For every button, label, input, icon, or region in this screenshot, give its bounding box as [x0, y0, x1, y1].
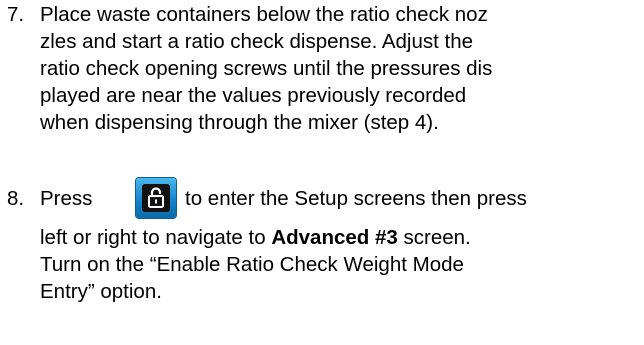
- step-7-line-2: zles and start a ratio check dispense. A…: [40, 30, 474, 53]
- step-8-line-1-after: to enter the Setup screens then press: [185, 187, 527, 210]
- unlock-padlock-icon: [142, 184, 170, 212]
- step-8-line-2-before: left or right to navigate to: [40, 226, 272, 249]
- step-7-line-4: played are near the values previously re…: [40, 84, 467, 107]
- step-8-line-3: Turn on the “Enable Ratio Check Weight M…: [40, 253, 464, 276]
- step-number: 7.: [7, 3, 25, 26]
- step-8-line-2-after: screen.: [397, 226, 471, 249]
- step-8-line-4: Entry” option.: [40, 280, 162, 303]
- step-number: 8.: [7, 187, 25, 210]
- step-7-line-1: Place waste containers below the ratio c…: [40, 3, 488, 26]
- step-8-line-2: left or right to navigate to Advanced #3…: [40, 224, 471, 251]
- step-7-line-5: when dispensing through the mixer (step …: [40, 111, 439, 134]
- step-7-line-3: ratio check opening screws until the pre…: [40, 57, 493, 80]
- unlock-setup-button: [136, 178, 176, 218]
- step-8-line-1-before: Press: [40, 187, 93, 210]
- advanced-3-screen-name: Advanced #3: [271, 226, 398, 249]
